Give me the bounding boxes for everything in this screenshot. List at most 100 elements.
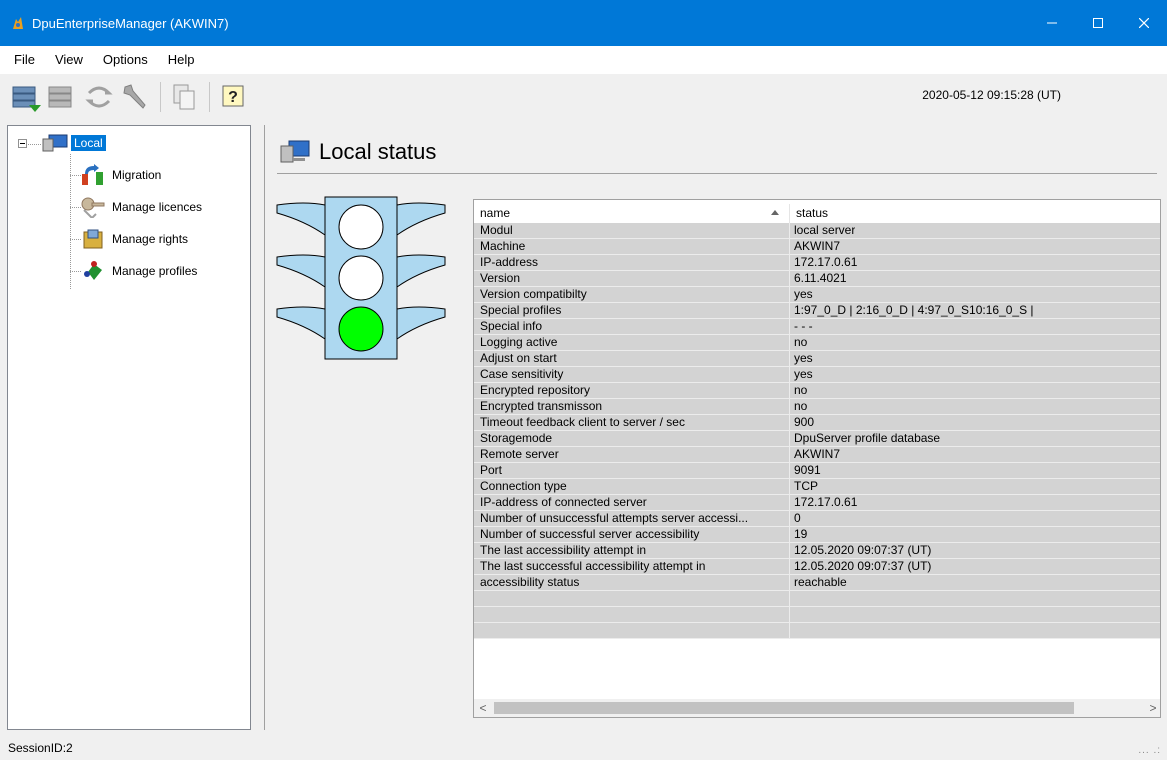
table-row[interactable]: accessibility status reachable: [474, 575, 1160, 591]
table-row[interactable]: Version compatibilty yes: [474, 287, 1160, 303]
cell-status: yes: [794, 287, 813, 301]
connect-button[interactable]: [10, 77, 44, 117]
table-row[interactable]: Encrypted transmisson no: [474, 399, 1160, 415]
menu-view[interactable]: View: [45, 46, 93, 74]
minimize-button[interactable]: [1029, 0, 1075, 46]
table-row[interactable]: Version 6.11.4021: [474, 271, 1160, 287]
tree-item-local[interactable]: Local: [18, 133, 106, 153]
table-row[interactable]: [474, 591, 1160, 607]
traffic-light-red: [338, 204, 384, 250]
tree-item-manage-licences[interactable]: Manage licences: [80, 196, 202, 218]
table-row[interactable]: IP-address of connected server 172.17.0.6…: [474, 495, 1160, 511]
cell-name: Machine: [474, 239, 790, 254]
maximize-button[interactable]: [1075, 0, 1121, 46]
table-row[interactable]: Connection type TCP: [474, 479, 1160, 495]
close-button[interactable]: [1121, 0, 1167, 46]
horizontal-scrollbar[interactable]: < >: [474, 699, 1160, 717]
toolbar-separator: [209, 82, 210, 112]
minimize-icon: [1047, 22, 1057, 24]
table-row[interactable]: Case sensitivity yes: [474, 367, 1160, 383]
traffic-light-icon: [276, 196, 446, 360]
maximize-icon: [1093, 18, 1103, 28]
cell-status: 19: [794, 527, 808, 541]
table-row[interactable]: Machine AKWIN7: [474, 239, 1160, 255]
scroll-track[interactable]: [492, 699, 1144, 717]
resize-grip[interactable]: ... .:: [1138, 745, 1161, 756]
table-row[interactable]: Port 9091: [474, 463, 1160, 479]
tree-item-label: Local: [71, 135, 106, 151]
help-icon: ?: [222, 85, 244, 107]
cell-name: The last accessibility attempt in: [474, 543, 790, 558]
table-row[interactable]: Special info - - -: [474, 319, 1160, 335]
pane-splitter[interactable]: [257, 125, 261, 730]
collapse-toggle-icon[interactable]: [18, 138, 27, 148]
table-row[interactable]: Modul local server: [474, 223, 1160, 239]
column-header-name[interactable]: name: [474, 204, 790, 223]
cell-status: [790, 607, 794, 622]
table-row[interactable]: The last accessibility attempt in 12.05.2…: [474, 543, 1160, 559]
tree-item-manage-rights[interactable]: Manage rights: [80, 228, 188, 250]
cell-name: Storagemode: [474, 431, 790, 446]
menu-options[interactable]: Options: [93, 46, 158, 74]
table-row[interactable]: The last successful accessibility attemp…: [474, 559, 1160, 575]
cell-name: Case sensitivity: [474, 367, 790, 382]
tree-item-label: Manage profiles: [112, 264, 198, 278]
svg-text:?: ?: [228, 89, 238, 106]
status-grid[interactable]: name status Modul local server Machine AKWI…: [473, 199, 1161, 718]
cell-name: Special profiles: [474, 303, 790, 318]
cell-name: Number of successful server accessibilit…: [474, 527, 790, 542]
tools-icon: [123, 84, 146, 109]
table-row[interactable]: Number of successful server accessibilit…: [474, 527, 1160, 543]
cell-name: Timeout feedback client to server / sec: [474, 415, 790, 430]
table-row[interactable]: IP-address 172.17.0.61: [474, 255, 1160, 271]
computer-icon: [280, 140, 310, 163]
copy-button[interactable]: [167, 77, 201, 117]
traffic-light-green: [338, 306, 384, 352]
cell-name: Encrypted repository: [474, 383, 790, 398]
table-row[interactable]: Timeout feedback client to server / sec 9…: [474, 415, 1160, 431]
cell-name: [474, 607, 790, 622]
tools-button[interactable]: [118, 77, 152, 117]
column-header-status[interactable]: status: [790, 204, 828, 223]
menu-file[interactable]: File: [4, 46, 45, 74]
cell-name: Remote server: [474, 447, 790, 462]
server-connect-icon: [12, 86, 41, 112]
table-row[interactable]: Number of unsuccessful attempts server a…: [474, 511, 1160, 527]
tree-item-manage-profiles[interactable]: Manage profiles: [80, 260, 197, 282]
copy-icon: [173, 84, 195, 110]
server-disconnect-icon: [48, 86, 72, 108]
scroll-left-button[interactable]: <: [474, 699, 492, 717]
app-icon: [13, 17, 23, 29]
tree-item-migration[interactable]: Migration: [80, 164, 161, 186]
table-row[interactable]: Remote server AKWIN7: [474, 447, 1160, 463]
refresh-button[interactable]: [82, 77, 116, 117]
cell-status: [790, 591, 794, 606]
cell-status: no: [794, 399, 808, 413]
help-button[interactable]: ?: [216, 77, 250, 117]
cell-status: 172.17.0.61: [794, 255, 858, 269]
menu-help[interactable]: Help: [158, 46, 205, 74]
table-row[interactable]: Logging active no: [474, 335, 1160, 351]
cell-name: [474, 591, 790, 606]
cell-status: 12.05.2020 09:07:37 (UT): [794, 543, 932, 557]
status-bar: SessionID:2 ... .:: [0, 736, 1167, 760]
table-row[interactable]: Adjust on start yes: [474, 351, 1160, 367]
table-row[interactable]: [474, 607, 1160, 623]
table-row[interactable]: Encrypted repository no: [474, 383, 1160, 399]
table-row[interactable]: Storagemode DpuServer profile database: [474, 431, 1160, 447]
session-id: SessionID:2: [8, 741, 73, 755]
disconnect-button[interactable]: [46, 77, 80, 117]
migration-icon: [82, 164, 103, 185]
grid-header: name status: [474, 204, 1160, 223]
header-divider: [277, 173, 1157, 174]
cell-name: Adjust on start: [474, 351, 790, 366]
cell-status: AKWIN7: [794, 239, 841, 253]
cell-status: TCP: [794, 479, 818, 493]
cell-name: Port: [474, 463, 790, 478]
scroll-thumb[interactable]: [494, 702, 1074, 714]
scroll-right-button[interactable]: >: [1144, 699, 1160, 717]
navigation-tree[interactable]: Local Migration Manage licences Manage r…: [7, 125, 251, 730]
cell-name: Modul: [474, 223, 790, 238]
table-row[interactable]: [474, 623, 1160, 639]
table-row[interactable]: Special profiles 1:97_0_D | 2:16_0_D | 4:…: [474, 303, 1160, 319]
